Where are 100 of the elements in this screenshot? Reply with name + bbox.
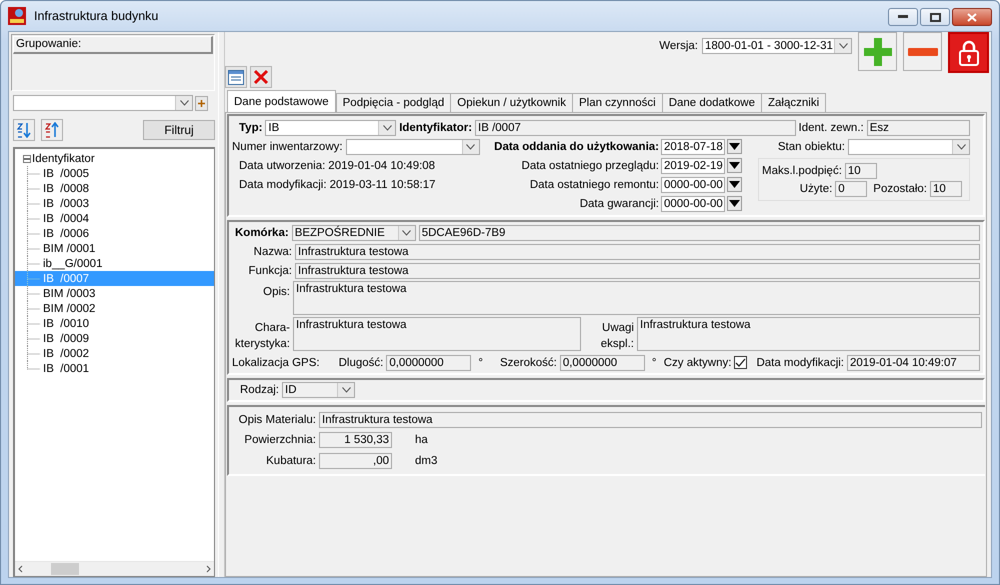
modified-label: Data modyfikacji: — [756, 356, 844, 368]
caret-icon — [838, 43, 848, 49]
tree-line — [27, 181, 40, 196]
tree-root[interactable]: Identyfikator — [32, 153, 95, 165]
degree-unit: ° — [652, 356, 656, 368]
unit-label: dm3 — [415, 455, 438, 467]
tab[interactable]: Dane podstawowe — [227, 90, 336, 112]
tab[interactable]: Podpięcia - podgląd — [336, 93, 452, 112]
tab[interactable]: Załączniki — [761, 93, 826, 112]
cell-mode-dropdown[interactable]: BEZPOŚREDNIE — [292, 224, 416, 240]
gps-label: Lokalizacja GPS: — [232, 356, 320, 368]
collapse-icon[interactable] — [23, 155, 31, 163]
horizontal-scrollbar[interactable] — [15, 561, 214, 576]
text-field[interactable]: Infrastruktura testowa — [295, 262, 980, 278]
filter-button[interactable]: Filtruj — [143, 120, 215, 140]
maximize-button[interactable] — [920, 8, 950, 26]
max-links-label: Maks.l.podpięć: — [762, 164, 842, 176]
modified-label: Data modyfikacji: — [239, 178, 327, 190]
version-dropdown[interactable]: 1800-01-01 - 3000-12-31 — [702, 38, 852, 54]
tree-item[interactable]: IB /0008 — [15, 181, 214, 196]
tree-item[interactable]: BIM /0001 — [15, 241, 214, 256]
kind-label: Rodzaj: — [240, 384, 279, 396]
characteristics-area[interactable]: Infrastruktura testowa — [293, 317, 581, 351]
tree-item[interactable]: IB /0010 — [15, 316, 214, 331]
tree-item[interactable]: IB /0005 — [15, 166, 214, 181]
close-button[interactable] — [952, 8, 992, 26]
version-label: Wersja: — [659, 40, 698, 52]
latitude-field[interactable]: 0,0000000 — [560, 354, 645, 370]
longitude-field[interactable]: 0,0000000 — [386, 354, 472, 370]
window-title: Infrastruktura budynku — [34, 9, 158, 23]
identifier-field[interactable]: IB /0007 — [475, 120, 796, 136]
tree-item[interactable]: BIM /0002 — [15, 301, 214, 316]
tree-item[interactable]: BIM /0003 — [15, 286, 214, 301]
text-field[interactable]: Infrastruktura testowa — [295, 244, 980, 260]
longitude-label: Dlugość: — [338, 356, 384, 368]
delete-icon[interactable] — [250, 66, 272, 88]
app-icon — [8, 7, 26, 25]
minimize-button[interactable] — [888, 8, 918, 26]
tree-item[interactable]: IB /0003 — [15, 196, 214, 211]
date-field[interactable]: 2019-02-19 — [661, 158, 725, 174]
scroll-right-icon[interactable] — [205, 565, 212, 573]
scroll-thumb[interactable] — [50, 563, 78, 575]
tree-line — [27, 211, 40, 226]
sort-descending-icon[interactable] — [41, 119, 63, 141]
max-links-field[interactable]: 10 — [844, 162, 877, 178]
cell-code-field[interactable]: 5DCAE96D-7B9 — [418, 224, 980, 240]
dropdown-button[interactable] — [462, 140, 479, 154]
calendar-dropdown-icon[interactable] — [727, 196, 742, 211]
tree-line — [27, 286, 40, 301]
calendar-dropdown-icon[interactable] — [727, 139, 742, 154]
sort-ascending-icon[interactable] — [13, 119, 35, 141]
cell-label: Komórka: — [235, 226, 289, 238]
active-checkbox[interactable] — [734, 356, 748, 369]
tree-line — [27, 301, 40, 316]
tree-item[interactable]: IB /0001 — [15, 361, 214, 376]
status-label: Stan obiektu: — [778, 140, 845, 152]
tree-line — [27, 226, 40, 241]
tree-item[interactable]: ib__G/0001 — [15, 256, 214, 271]
measure-field[interactable]: 1 530,33 — [319, 432, 392, 448]
text-area[interactable]: Infrastruktura testowa — [293, 281, 980, 315]
remaining-field: 10 — [930, 180, 962, 196]
measure-label: Powierzchnia: — [243, 434, 316, 446]
remarks-area[interactable]: Infrastruktura testowa — [637, 317, 980, 351]
grouping-label: Grupowanie: — [13, 36, 213, 54]
date-label: Data gwarancji: — [580, 198, 659, 210]
date-label: Data ostatniego przeglądu: — [522, 160, 659, 172]
measure-field[interactable]: ,00 — [319, 453, 392, 469]
add-icon[interactable] — [195, 96, 208, 110]
lock-icon[interactable] — [948, 32, 989, 73]
date-label: Data ostatniego remontu: — [530, 178, 659, 190]
tree-item[interactable]: IB /0004 — [15, 211, 214, 226]
external-id-field[interactable]: Esz — [866, 120, 970, 136]
type-dropdown[interactable]: IB — [265, 120, 396, 136]
dropdown-button[interactable] — [175, 96, 192, 110]
material-field[interactable]: Infrastruktura testowa — [319, 412, 982, 428]
date-field[interactable]: 2018-07-18 — [661, 138, 725, 154]
dropdown-button[interactable] — [834, 39, 851, 53]
modified-field: 2019-01-04 10:49:07 — [847, 354, 980, 370]
tree-item[interactable]: IB /0006 — [15, 226, 214, 241]
tree-item[interactable]: IB /0009 — [15, 331, 214, 346]
tree-line — [27, 316, 40, 331]
scroll-left-icon[interactable] — [17, 565, 24, 573]
minimize-icon — [898, 15, 908, 19]
dropdown-button[interactable] — [952, 140, 969, 154]
calendar-dropdown-icon[interactable] — [727, 158, 742, 173]
created-label: Data utworzenia: — [239, 160, 326, 172]
dropdown-button[interactable] — [378, 120, 396, 134]
dropdown-button[interactable] — [398, 226, 415, 240]
remaining-label: Pozostało: — [873, 182, 927, 194]
date-field[interactable]: 0000-00-00 — [661, 176, 725, 192]
tree-line — [27, 196, 40, 211]
calendar-dropdown-icon[interactable] — [727, 177, 742, 192]
dropdown-button[interactable] — [337, 383, 354, 397]
tree-item[interactable]: IB /0002 — [15, 346, 214, 361]
kind-dropdown[interactable]: ID — [282, 382, 355, 398]
characteristics-label: Chara- kterystyka: — [234, 321, 290, 352]
date-field[interactable]: 0000-00-00 — [661, 196, 725, 212]
remove-icon[interactable] — [903, 32, 942, 71]
form-icon[interactable] — [225, 66, 247, 88]
created-value: 2019-01-04 10:49:08 — [328, 160, 436, 172]
